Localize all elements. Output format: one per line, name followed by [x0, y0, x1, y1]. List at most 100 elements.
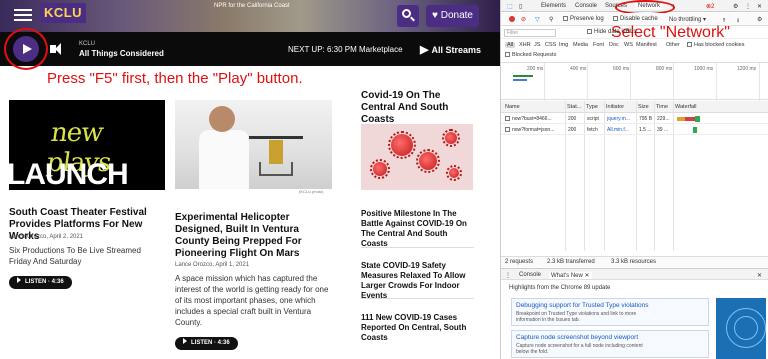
whats-new-card[interactable]: Debugging support for Trusted Type viola… [511, 298, 709, 326]
play-icon [183, 338, 187, 344]
status-resources: 3.3 kB resources [611, 259, 657, 265]
col-type[interactable]: Type [586, 104, 598, 110]
whats-new-card-desc: Capture node screenshot for a full node … [516, 343, 643, 355]
type-filter-all[interactable]: All [505, 42, 516, 48]
sidebar-story[interactable]: State COVID-19 Safety Measures Relaxed T… [361, 261, 476, 301]
has-blocked-cookies-checkbox[interactable]: Has blocked cookies [687, 42, 744, 48]
donate-label: Donate [440, 10, 473, 21]
row-time: 229... [657, 116, 670, 122]
timeline-tick: 800 ms [656, 66, 673, 72]
volume-icon[interactable] [50, 43, 61, 55]
menu-icon[interactable] [12, 6, 34, 26]
table-row[interactable]: now?bust=8466... 200 script jquery.m... … [501, 114, 768, 124]
whats-new-artwork [716, 298, 766, 359]
sidebar-story[interactable]: 111 New COVID-19 Cases Reported On Centr… [361, 313, 476, 343]
blocked-requests-label: Blocked Requests [512, 52, 557, 58]
throttling-select[interactable]: No throttling ▾ [669, 16, 706, 23]
status-transferred: 2.3 kB transferred [547, 259, 595, 265]
timeline-tick: 400 ms [570, 66, 587, 72]
row-name: now?format=json... [505, 127, 565, 133]
article-headline[interactable]: Experimental Helicopter Designed, Built … [175, 212, 330, 260]
type-filter-ws[interactable]: WS [624, 42, 633, 48]
inspect-icon[interactable]: ⬚ [507, 3, 513, 10]
row-initiator[interactable]: jquery.m... [607, 116, 636, 122]
drawer-menu-icon[interactable]: ⋮ [505, 272, 511, 279]
error-badge[interactable]: ⊗2 [706, 3, 714, 10]
col-waterfall[interactable]: Waterfall [675, 104, 697, 110]
filter-input[interactable]: Filter [504, 29, 556, 37]
all-streams-button[interactable]: ▶ All Streams [420, 43, 481, 56]
search-icon[interactable] [397, 5, 419, 27]
row-status: 200 [568, 127, 577, 133]
whats-new-card[interactable]: Capture node screenshot beyond viewport … [511, 330, 709, 358]
type-filter-css[interactable]: CSS [545, 42, 556, 48]
table-row[interactable]: now?format=json... 200 fetch All.min.f..… [501, 125, 768, 135]
thumb-text-launch-pad: LAUNCH PAD [9, 158, 129, 190]
table-header: Name Stat... Type Initiator Size Time Wa… [501, 101, 768, 113]
covid-thumbnail[interactable] [361, 124, 473, 190]
col-initiator[interactable]: Initiator [606, 104, 624, 110]
type-filter-xhr[interactable]: XHR [519, 42, 531, 48]
network-status-bar: 2 requests 2.3 kB transferred 3.3 kB res… [501, 256, 768, 267]
col-status[interactable]: Stat... [567, 104, 581, 110]
disable-cache-checkbox[interactable]: Disable cache [613, 16, 658, 22]
sidebar-story[interactable]: Positive Milestone In The Battle Against… [361, 209, 476, 249]
row-initiator[interactable]: All.min.f... [607, 127, 636, 133]
drawer-tab-whats-new[interactable]: What's New ✕ [549, 272, 592, 279]
settings-icon[interactable]: ⚙ [757, 16, 762, 23]
article-thumbnail-helicopter[interactable] [175, 100, 332, 189]
col-size[interactable]: Size [638, 104, 649, 110]
player-show-title: All Things Considered [79, 49, 164, 58]
whats-new-card-title[interactable]: Capture node screenshot beyond viewport [516, 334, 638, 341]
drawer-tab-console[interactable]: Console [519, 272, 541, 278]
article-thumbnail-theater[interactable]: new plays LAUNCH PAD [9, 100, 165, 190]
site-logo[interactable]: KCLU [40, 3, 86, 23]
waterfall-bar [693, 127, 697, 133]
has-blocked-cookies-label: Has blocked cookies [694, 42, 745, 48]
hide-data-urls-label: Hide data URLs [594, 29, 637, 36]
row-name: now?bust=8466... [505, 116, 565, 122]
type-filter-media[interactable]: Media [573, 42, 588, 48]
type-filter-js[interactable]: JS [534, 42, 540, 48]
more-options-icon[interactable]: ⋮ [745, 3, 751, 10]
export-icon[interactable]: ⭳ [737, 16, 739, 26]
settings-icon[interactable]: ⚙ [733, 3, 738, 10]
tab-console[interactable]: Console [575, 3, 597, 9]
type-filter-img[interactable]: Img [559, 42, 568, 48]
device-toolbar-icon[interactable]: ▯ [519, 3, 522, 10]
whats-new-card-title[interactable]: Debugging support for Trusted Type viola… [516, 302, 649, 309]
virus-graphic [388, 131, 416, 159]
site-header: KCLU NPR for the California Coast ♥ Dona… [0, 0, 500, 32]
hide-data-urls-checkbox[interactable]: Hide data URLs [587, 29, 636, 35]
type-filter-manifest[interactable]: Manifest [636, 42, 657, 48]
type-filter-other[interactable]: Other [666, 42, 680, 48]
all-streams-label: All Streams [431, 45, 481, 55]
preserve-log-checkbox[interactable]: Preserve log [563, 16, 604, 22]
listen-button[interactable]: LISTEN · 4:36 [175, 337, 238, 350]
player-station-label: KCLU [79, 41, 96, 47]
type-filter-doc[interactable]: Doc [609, 42, 619, 48]
sidebar-feature-title[interactable]: Covid-19 On The Central And South Coasts [361, 90, 476, 126]
close-drawer-icon[interactable]: ✕ [757, 272, 762, 279]
blocked-requests-checkbox[interactable]: Blocked Requests [505, 52, 556, 58]
clear-icon[interactable]: ⊘ [521, 16, 526, 23]
col-name[interactable]: Name [505, 104, 520, 110]
article-summary: Six Productions To Be Live Streamed Frid… [9, 246, 141, 266]
tab-elements[interactable]: Elements [541, 3, 566, 9]
annotation-circle-play [4, 28, 48, 70]
timeline-tick: 1200 ms [737, 66, 757, 72]
search-icon[interactable]: ⚲ [549, 16, 553, 23]
record-icon[interactable] [509, 16, 515, 22]
row-size: 795 B [639, 116, 653, 122]
listen-button[interactable]: LISTEN · 4:36 [9, 276, 72, 289]
divider [361, 247, 474, 248]
close-icon[interactable]: ✕ [757, 3, 762, 10]
type-filter-font[interactable]: Font [593, 42, 604, 48]
network-overview-timeline[interactable]: 200 ms 400 ms 600 ms 800 ms 1000 ms 1200… [501, 62, 768, 101]
col-time[interactable]: Time [656, 104, 668, 110]
timeline-tick: 600 ms [613, 66, 630, 72]
row-type: fetch [587, 127, 598, 133]
donate-button[interactable]: ♥ Donate [426, 5, 479, 27]
row-status: 200 [568, 116, 577, 122]
filter-icon[interactable]: ▽ [535, 16, 540, 23]
